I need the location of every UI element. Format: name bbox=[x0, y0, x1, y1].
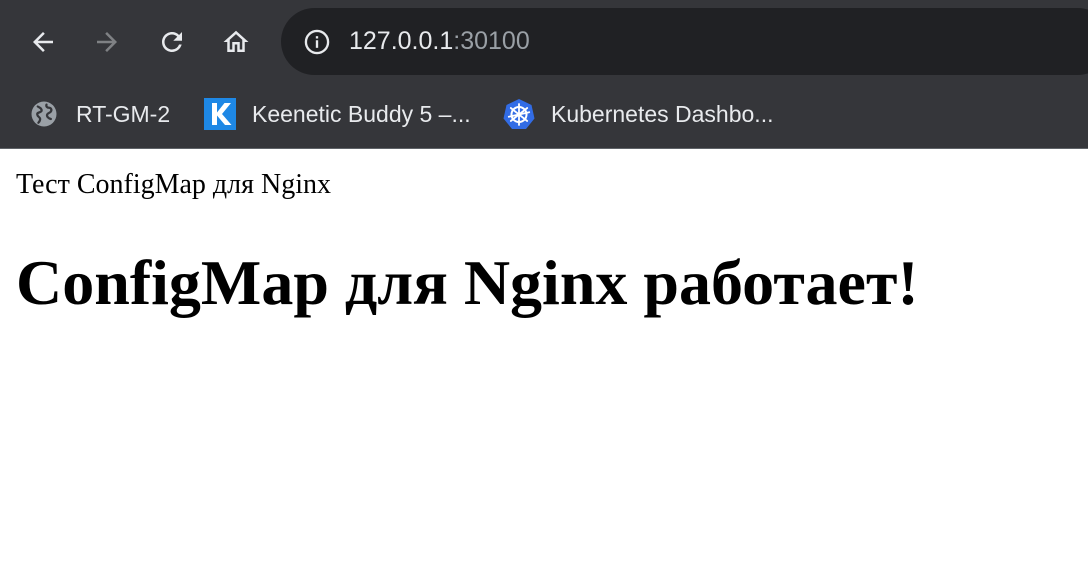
page-heading: ConfigMap для Nginx работает! bbox=[16, 247, 919, 318]
browser-toolbar: 127.0.0.1:30100 bbox=[0, 0, 1088, 84]
back-button[interactable] bbox=[21, 20, 65, 64]
address-bar[interactable]: 127.0.0.1:30100 bbox=[281, 8, 1088, 75]
globe-icon bbox=[28, 98, 60, 130]
bookmark-label: RT-GM-2 bbox=[76, 100, 171, 127]
bookmark-label: Keenetic Buddy 5 –... bbox=[252, 100, 471, 127]
home-icon bbox=[221, 27, 251, 57]
url-port: :30100 bbox=[453, 27, 530, 55]
url-host: 127.0.0.1 bbox=[349, 27, 454, 55]
kubernetes-logo-icon bbox=[503, 98, 535, 130]
bookmarks-bar: RT-GM-2 Keenetic Buddy 5 –... Kubernetes… bbox=[0, 84, 1088, 148]
reload-button[interactable] bbox=[150, 20, 194, 64]
arrow-right-icon bbox=[92, 27, 122, 57]
home-button[interactable] bbox=[214, 20, 258, 64]
reload-icon bbox=[157, 27, 187, 57]
info-icon[interactable] bbox=[303, 28, 331, 56]
bookmark-rt-gm-2[interactable]: RT-GM-2 bbox=[28, 94, 170, 134]
bookmark-label: Kubernetes Dashbo... bbox=[551, 100, 774, 127]
bookmark-keenetic-buddy[interactable]: Keenetic Buddy 5 –... bbox=[204, 94, 471, 134]
page-content: Тест ConfigMap для Nginx ConfigMap для N… bbox=[0, 149, 1088, 578]
arrow-left-icon bbox=[28, 27, 58, 57]
page-text: Тест ConfigMap для Nginx bbox=[16, 169, 332, 200]
url-text[interactable]: 127.0.0.1:30100 bbox=[349, 25, 530, 58]
browser-chrome: 127.0.0.1:30100 RT-GM-2 Keenetic Buddy 5… bbox=[0, 0, 1088, 149]
forward-button[interactable] bbox=[85, 20, 129, 64]
keenetic-logo-icon bbox=[204, 98, 236, 130]
bookmark-kubernetes-dashboard[interactable]: Kubernetes Dashbo... bbox=[503, 94, 773, 134]
